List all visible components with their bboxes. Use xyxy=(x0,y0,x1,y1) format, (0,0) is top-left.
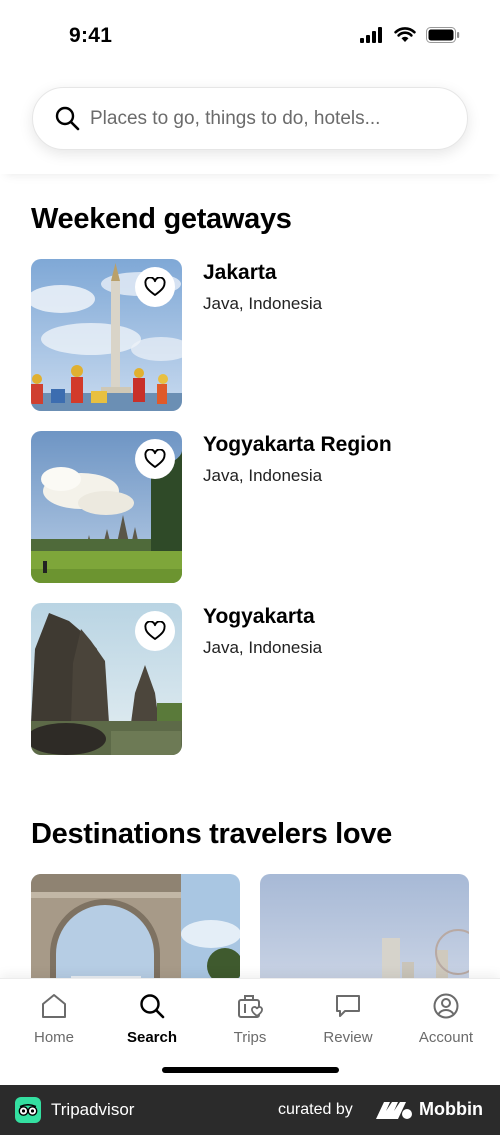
tab-search[interactable]: Search xyxy=(107,991,197,1051)
mobbin-logo-icon xyxy=(376,1102,412,1119)
footer-curated-label: curated by xyxy=(278,1101,353,1118)
trips-icon xyxy=(238,995,263,1018)
attribution-footer: Tripadvisor curated by Mobbin xyxy=(0,1085,500,1135)
search-input[interactable]: Places to go, things to do, hotels... xyxy=(32,87,468,150)
home-indicator xyxy=(162,1067,339,1073)
signal-icon xyxy=(360,27,382,43)
save-button[interactable] xyxy=(135,439,175,479)
getaway-card-jakarta[interactable]: Jakarta Java, Indonesia xyxy=(31,259,471,411)
footer-curator: Mobbin xyxy=(419,1099,483,1119)
search-icon xyxy=(55,106,80,131)
search-placeholder: Places to go, things to do, hotels... xyxy=(90,107,381,129)
getaway-title: Yogyakarta Region xyxy=(203,433,392,456)
account-icon xyxy=(433,993,459,1019)
section-title-destinations: Destinations travelers love xyxy=(31,818,392,850)
getaway-subtitle: Java, Indonesia xyxy=(203,294,323,313)
getaway-title: Jakarta xyxy=(203,261,277,284)
tab-label: Trips xyxy=(233,1029,267,1046)
search-icon xyxy=(140,994,165,1019)
heart-icon xyxy=(144,621,166,640)
status-icons xyxy=(360,27,460,43)
tab-label: Review xyxy=(323,1029,373,1046)
getaway-card-yogyakarta-region[interactable]: Yogyakarta Region Java, Indonesia xyxy=(31,431,471,583)
destination-card[interactable] xyxy=(31,874,240,994)
tab-bar: Home Search Trips Review Account xyxy=(0,978,500,1085)
heart-icon xyxy=(144,277,166,296)
tab-account[interactable]: Account xyxy=(401,991,491,1051)
home-icon xyxy=(42,994,66,1018)
search-header: Places to go, things to do, hotels... xyxy=(0,70,500,174)
save-button[interactable] xyxy=(135,611,175,651)
status-time: 9:41 xyxy=(69,24,113,47)
getaway-title: Yogyakarta xyxy=(203,605,315,628)
section-title-weekend: Weekend getaways xyxy=(31,203,292,235)
destination-card[interactable] xyxy=(260,874,469,994)
tab-home[interactable]: Home xyxy=(9,991,99,1051)
heart-icon xyxy=(144,449,166,468)
status-bar: 9:41 xyxy=(0,0,500,70)
tab-label: Home xyxy=(33,1029,74,1046)
getaway-subtitle: Java, Indonesia xyxy=(203,638,323,657)
battery-icon xyxy=(426,27,460,43)
tab-label: Account xyxy=(418,1029,474,1046)
tab-trips[interactable]: Trips xyxy=(205,991,295,1051)
getaway-card-yogyakarta[interactable]: Yogyakarta Java, Indonesia xyxy=(31,603,471,755)
save-button[interactable] xyxy=(135,267,175,307)
tab-review[interactable]: Review xyxy=(303,991,393,1051)
tab-label: Search xyxy=(126,1029,178,1046)
tripadvisor-logo-icon xyxy=(15,1097,41,1123)
review-icon xyxy=(336,995,360,1017)
footer-brand: Tripadvisor xyxy=(51,1100,135,1119)
wifi-icon xyxy=(394,27,416,42)
getaway-subtitle: Java, Indonesia xyxy=(203,466,323,485)
